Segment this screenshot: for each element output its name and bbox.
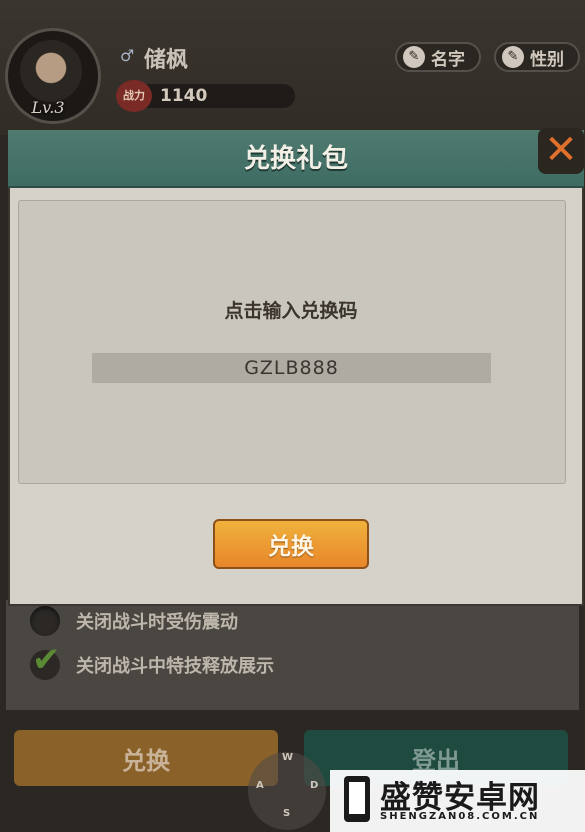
phone-logo-screen — [349, 782, 365, 814]
male-icon: ♂ — [120, 46, 135, 65]
power-icon: 战力 — [116, 80, 152, 112]
close-icon[interactable]: ✕ — [538, 128, 584, 174]
brush-icon: ✎ — [403, 46, 425, 68]
checkmark-icon[interactable]: ✔ — [30, 640, 61, 680]
gender-label: 性别 — [530, 49, 564, 70]
option-shake-toggle[interactable]: 关闭战斗时受伤震动 — [30, 606, 238, 636]
brush-icon: ✎ — [502, 46, 524, 68]
key-w[interactable]: W — [282, 752, 293, 763]
gender-button[interactable]: ✎ 性别 — [494, 42, 580, 72]
power-value: 1140 — [160, 86, 208, 106]
level-badge: Lv.3 — [31, 98, 65, 117]
redeem-code-input[interactable] — [92, 353, 491, 383]
redeem-button[interactable]: 兑换 — [213, 519, 369, 569]
dialog-content-panel — [18, 200, 566, 484]
key-s[interactable]: S — [283, 808, 290, 819]
power-bar — [135, 84, 295, 108]
avatar-portrait — [20, 40, 82, 102]
player-name: 储枫 — [144, 48, 189, 73]
unchecked-radio-icon[interactable] — [30, 606, 60, 636]
rename-label: 名字 — [431, 49, 465, 70]
watermark-url: SHENGZAN08.COM.CN — [380, 811, 540, 822]
dialog-title: 兑换礼包 — [243, 144, 348, 174]
option-shake-label: 关闭战斗时受伤震动 — [76, 612, 238, 633]
option-skill-display-toggle[interactable]: ✔ 关闭战斗中特技释放展示 — [30, 640, 274, 680]
key-a[interactable]: A — [256, 780, 264, 791]
code-input-label: 点击输入兑换码 — [224, 300, 358, 322]
bottom-redeem-button[interactable]: 兑换 — [14, 730, 278, 786]
rename-button[interactable]: ✎ 名字 — [395, 42, 481, 72]
option-skill-display-label: 关闭战斗中特技释放展示 — [76, 656, 274, 677]
key-d[interactable]: D — [310, 780, 318, 791]
